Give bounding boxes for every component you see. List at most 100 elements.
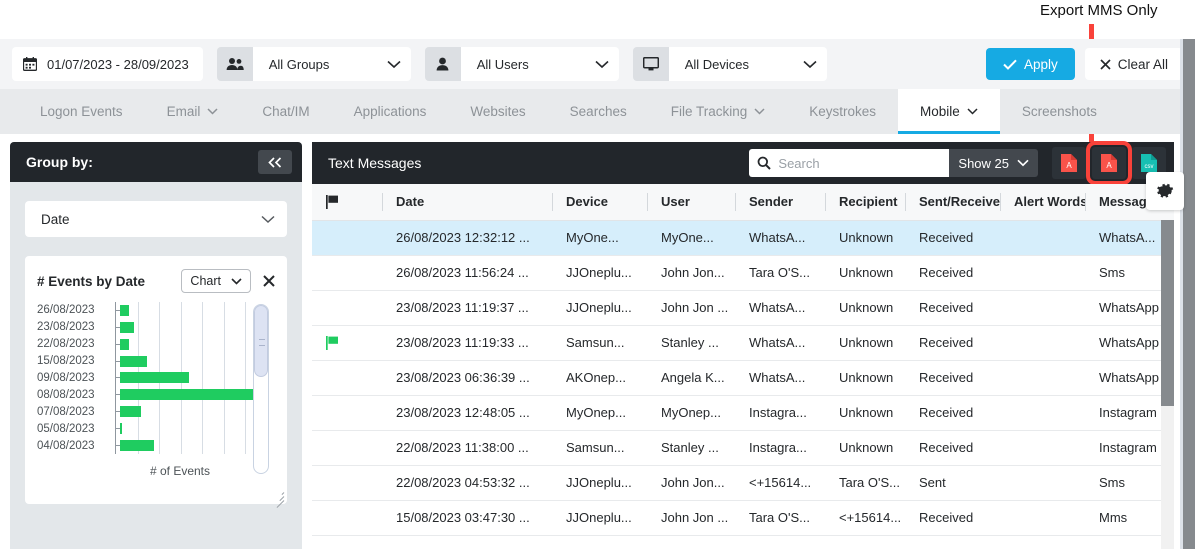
- tab-label: Applications: [353, 104, 427, 119]
- cell-date: 22/08/2023 11:38:00 ...: [382, 430, 552, 466]
- table-scrollbar-thumb[interactable]: [1161, 220, 1174, 406]
- cell-direction: Received: [905, 255, 1000, 291]
- column-header-recipient[interactable]: Recipient: [825, 184, 905, 221]
- table-row[interactable]: 23/08/2023 12:48:05 ... MyOnep... MyOnep..…: [312, 395, 1174, 431]
- cell-flag[interactable]: [312, 395, 382, 431]
- group-by-select[interactable]: Date: [25, 201, 287, 237]
- tab-label: Searches: [569, 104, 627, 119]
- cell-flag[interactable]: [312, 255, 382, 291]
- cell-recipient: Unknown: [825, 395, 905, 431]
- search-box[interactable]: [749, 149, 950, 177]
- cell-device: Samsun...: [552, 430, 647, 466]
- cell-user: John Jon ...: [647, 500, 735, 536]
- close-icon[interactable]: [263, 275, 275, 287]
- cell-recipient: Unknown: [825, 290, 905, 326]
- tab-searches[interactable]: Searches: [548, 89, 649, 134]
- page-scrollbar-thumb[interactable]: [1183, 39, 1195, 549]
- users-select[interactable]: All Users: [460, 47, 619, 81]
- devices-filter[interactable]: All Devices: [632, 47, 827, 81]
- group-by-header: Group by:: [10, 142, 302, 182]
- tab-screenshots[interactable]: Screenshots: [1000, 89, 1119, 134]
- users-value: All Users: [476, 56, 529, 72]
- column-header-alert-words[interactable]: Alert Words: [1000, 184, 1085, 221]
- chart-category-label: 04/08/2023: [37, 439, 95, 452]
- cell-device: JJOneplu...: [552, 290, 647, 326]
- chart-bar[interactable]: [120, 406, 141, 418]
- clear-all-label: Clear All: [1117, 56, 1168, 72]
- tab-applications[interactable]: Applications: [332, 89, 449, 134]
- chart-bar[interactable]: [120, 338, 130, 350]
- chart-resize-handle[interactable]: [274, 492, 285, 508]
- apply-button[interactable]: Apply: [985, 48, 1075, 80]
- cell-alert-words: [1000, 430, 1085, 466]
- flag-icon: [326, 335, 382, 350]
- date-range-picker[interactable]: 01/07/2023 - 28/09/2023: [12, 47, 203, 81]
- table-row[interactable]: 22/08/2023 04:53:32 ... JJOneplu... John J…: [312, 465, 1174, 501]
- page-scrollbar[interactable]: [1180, 39, 1195, 549]
- cell-flag[interactable]: [312, 325, 382, 361]
- cell-user: MyOnep...: [647, 395, 735, 431]
- column-header-flag[interactable]: [312, 184, 382, 221]
- tab-label: Keystrokes: [809, 104, 877, 119]
- cell-flag[interactable]: [312, 220, 382, 256]
- table-row[interactable]: 23/08/2023 06:36:39 ... AKOnep... Angela K…: [312, 360, 1174, 396]
- panel-title: Text Messages: [328, 155, 422, 171]
- annotation-label: Export MMS Only: [1040, 2, 1158, 19]
- tab-websites[interactable]: Websites: [448, 89, 547, 134]
- chart-bar[interactable]: [120, 389, 258, 401]
- chart-bar[interactable]: [120, 423, 122, 435]
- chart-bar[interactable]: [120, 372, 189, 384]
- chart-bar[interactable]: [120, 440, 155, 452]
- cell-direction: Received: [905, 360, 1000, 396]
- table-row[interactable]: 26/08/2023 11:56:24 ... JJOneplu... John J…: [312, 255, 1174, 291]
- tab-mobile[interactable]: Mobile: [898, 89, 1000, 134]
- chevron-down-icon: [261, 215, 275, 224]
- table-scrollbar[interactable]: [1161, 220, 1174, 549]
- column-header-device[interactable]: Device: [552, 184, 647, 221]
- devices-select[interactable]: All Devices: [668, 47, 827, 81]
- chart-bar[interactable]: [120, 321, 135, 333]
- tab-keystrokes[interactable]: Keystrokes: [787, 89, 898, 134]
- users-filter[interactable]: All Users: [424, 47, 619, 81]
- cell-flag[interactable]: [312, 290, 382, 326]
- table-settings-button[interactable]: [1146, 172, 1184, 210]
- date-range-value: 01/07/2023 - 28/09/2023: [47, 56, 189, 72]
- chart-view-select[interactable]: Chart: [181, 269, 251, 293]
- cell-flag[interactable]: [312, 430, 382, 466]
- table-row[interactable]: 26/08/2023 12:32:12 ... MyOne... MyOne... W…: [312, 220, 1174, 256]
- export-mms-pdf-button[interactable]: A: [1086, 141, 1132, 185]
- chart-bar[interactable]: [120, 355, 147, 367]
- column-header-user[interactable]: User: [647, 184, 735, 221]
- double-chevron-left-icon[interactable]: [258, 150, 292, 174]
- column-header-sent-received[interactable]: Sent/Received: [905, 184, 1000, 221]
- groups-value: All Groups: [268, 56, 330, 72]
- column-header-sender[interactable]: Sender: [735, 184, 825, 221]
- table-row[interactable]: 15/08/2023 03:47:30 ... JJOneplu... John J…: [312, 500, 1174, 536]
- chart-scrollbar-thumb[interactable]: [254, 305, 268, 377]
- tab-logon-events[interactable]: Logon Events: [18, 89, 145, 134]
- cell-sender: Tara O'S...: [735, 255, 825, 291]
- tab-file-tracking[interactable]: File Tracking: [649, 89, 788, 134]
- search-input[interactable]: [778, 155, 942, 171]
- tab-chat-im[interactable]: Chat/IM: [240, 89, 331, 134]
- app-root: Export MMS Only 01/07/2023 - 28/09/2023 …: [0, 0, 1195, 549]
- column-header-date[interactable]: Date: [382, 184, 552, 221]
- tab-label: Screenshots: [1021, 104, 1097, 119]
- groups-filter[interactable]: All Groups: [216, 47, 411, 81]
- table-row[interactable]: 23/08/2023 11:19:33 ... Samsun... Stanley …: [312, 325, 1174, 361]
- chart-bar-row: 04/08/2023: [37, 437, 275, 454]
- chart-category-label: 23/08/2023: [37, 321, 95, 334]
- cell-flag[interactable]: [312, 360, 382, 396]
- chart-bar[interactable]: [120, 304, 129, 316]
- table-row[interactable]: 23/08/2023 11:19:37 ... JJOneplu... John J…: [312, 290, 1174, 326]
- tab-label: Chat/IM: [262, 104, 310, 119]
- cell-flag[interactable]: [312, 500, 382, 536]
- tab-email[interactable]: Email: [145, 89, 241, 134]
- groups-select[interactable]: All Groups: [252, 47, 411, 81]
- show-count-select[interactable]: Show 25: [949, 149, 1038, 177]
- table-row[interactable]: 22/08/2023 11:38:00 ... Samsun... Stanley …: [312, 430, 1174, 466]
- clear-all-button[interactable]: Clear All: [1084, 48, 1183, 80]
- chart-scrollbar[interactable]: [253, 304, 269, 474]
- cell-flag[interactable]: [312, 465, 382, 501]
- export-pdf-button[interactable]: A: [1052, 147, 1086, 179]
